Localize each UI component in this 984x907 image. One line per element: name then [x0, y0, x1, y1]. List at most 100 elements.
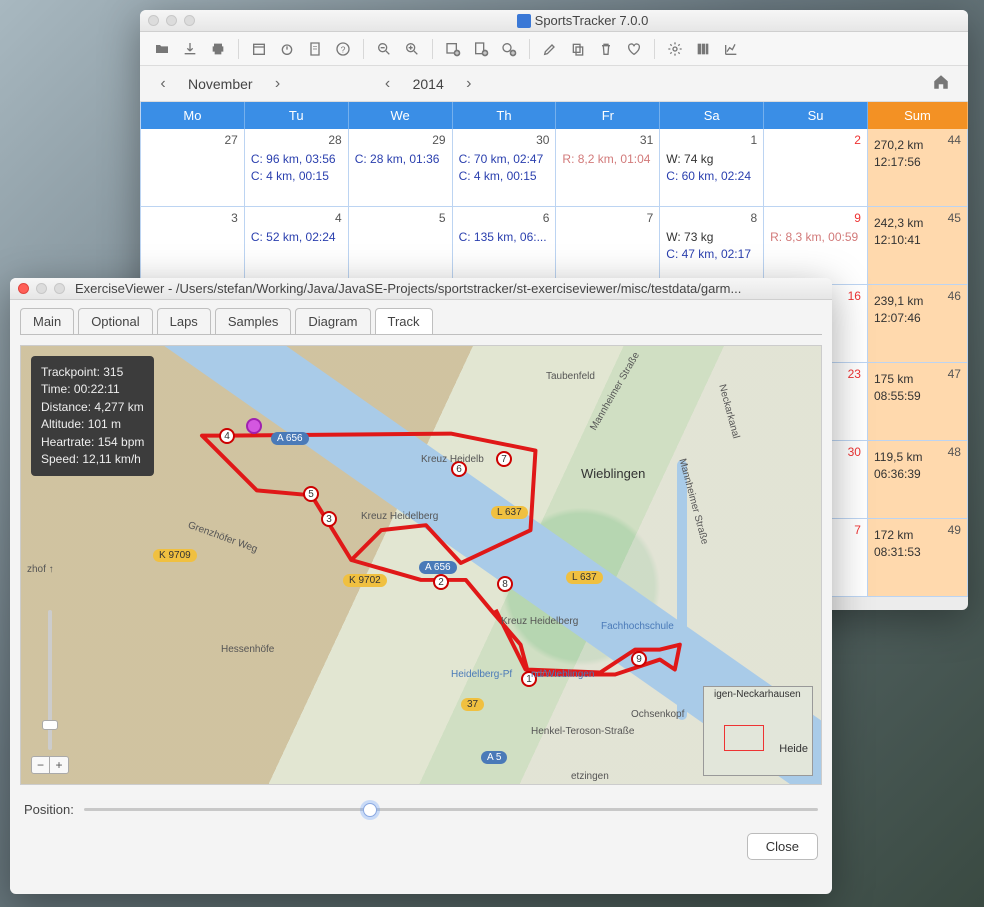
- columns-icon[interactable]: [691, 37, 715, 61]
- cal-cell[interactable]: 1 W: 74 kgC: 60 km, 02:24: [660, 129, 764, 207]
- save-icon[interactable]: [178, 37, 202, 61]
- prev-month-button[interactable]: ‹: [148, 75, 178, 93]
- cal-entry[interactable]: C: 96 km, 03:56: [251, 151, 342, 168]
- track-marker-current[interactable]: [246, 418, 262, 434]
- month-label: November: [178, 76, 263, 92]
- cal-entry[interactable]: R: 8,3 km, 00:59: [770, 229, 861, 246]
- tab-optional[interactable]: Optional: [78, 308, 152, 334]
- zoom-slider[interactable]: − +: [31, 610, 69, 774]
- cal-entry[interactable]: C: 47 km, 02:17: [666, 246, 757, 263]
- cal-cell[interactable]: 2: [764, 129, 868, 207]
- cal-entry[interactable]: C: 4 km, 00:15: [459, 168, 550, 185]
- home-icon[interactable]: [932, 73, 950, 94]
- cal-cell[interactable]: 3: [141, 207, 245, 285]
- minimize-icon[interactable]: [166, 15, 177, 26]
- heart-icon[interactable]: [622, 37, 646, 61]
- cal-cell[interactable]: 27: [141, 129, 245, 207]
- cal-header: Sa: [660, 102, 764, 129]
- maximize-icon[interactable]: [184, 15, 195, 26]
- minimap[interactable]: igen-Neckarhausen Heide: [703, 686, 813, 776]
- close-icon[interactable]: [148, 15, 159, 26]
- track-marker-8[interactable]: 8: [497, 576, 513, 592]
- cal-cell[interactable]: 4 C: 52 km, 02:24: [245, 207, 349, 285]
- day-number: 6: [543, 211, 550, 225]
- settings-icon[interactable]: [663, 37, 687, 61]
- help-icon[interactable]: ?: [331, 37, 355, 61]
- zoom-out-button[interactable]: −: [32, 757, 50, 773]
- zoom-in-button[interactable]: +: [50, 757, 68, 773]
- week-number: 47: [948, 367, 961, 381]
- place-kreuz-hdb: Kreuz Heidelb: [421, 454, 484, 465]
- tab-main[interactable]: Main: [20, 308, 74, 334]
- week-number: 48: [948, 445, 961, 459]
- cal-cell[interactable]: 7: [556, 207, 660, 285]
- close-icon[interactable]: [18, 283, 29, 294]
- cal-entry[interactable]: W: 74 kg: [666, 151, 757, 168]
- cal-entry[interactable]: W: 73 kg: [666, 229, 757, 246]
- add-note-icon[interactable]: [469, 37, 493, 61]
- edit-icon[interactable]: [538, 37, 562, 61]
- track-marker-9[interactable]: 9: [631, 651, 647, 667]
- prev-year-button[interactable]: ‹: [373, 75, 403, 93]
- cal-cell[interactable]: 6 C: 135 km, 06:...: [453, 207, 557, 285]
- day-number: 9: [854, 211, 861, 225]
- cal-entry[interactable]: R: 8,2 km, 01:04: [562, 151, 653, 168]
- track-marker-4[interactable]: 4: [219, 428, 235, 444]
- minimize-icon[interactable]: [36, 283, 47, 294]
- add-cal-icon[interactable]: [441, 37, 465, 61]
- tab-samples[interactable]: Samples: [215, 308, 292, 334]
- track-marker-7[interactable]: 7: [496, 451, 512, 467]
- cal-entry[interactable]: C: 70 km, 02:47: [459, 151, 550, 168]
- cal-cell[interactable]: 5: [349, 207, 453, 285]
- track-map[interactable]: 4 5 3 2 6 7 8 1 9 Trackpoint: 315 Time: …: [20, 345, 822, 785]
- delete-icon[interactable]: [594, 37, 618, 61]
- viewer-title: ExerciseViewer - /Users/stefan/Working/J…: [75, 281, 824, 296]
- minimap-viewport[interactable]: [724, 725, 764, 751]
- cal-cell[interactable]: 28C: 96 km, 03:56C: 4 km, 00:15: [245, 129, 349, 207]
- track-marker-2[interactable]: 2: [433, 574, 449, 590]
- cal-cell[interactable]: 31 R: 8,2 km, 01:04: [556, 129, 660, 207]
- svg-text:?: ?: [341, 44, 346, 54]
- tab-diagram[interactable]: Diagram: [295, 308, 370, 334]
- add-weight-icon[interactable]: [497, 37, 521, 61]
- print-icon[interactable]: [206, 37, 230, 61]
- position-thumb[interactable]: [363, 803, 377, 817]
- cal-cell[interactable]: 30C: 70 km, 02:47C: 4 km, 00:15: [453, 129, 557, 207]
- cal-cell[interactable]: 9 R: 8,3 km, 00:59: [764, 207, 868, 285]
- day-number: 7: [647, 211, 654, 225]
- tp-alt: Altitude: 101 m: [41, 416, 144, 433]
- zoom-in-icon[interactable]: [400, 37, 424, 61]
- track-marker-5[interactable]: 5: [303, 486, 319, 502]
- zoom-out-icon[interactable]: [372, 37, 396, 61]
- position-slider[interactable]: [84, 801, 818, 817]
- stopwatch-icon[interactable]: [275, 37, 299, 61]
- maximize-icon[interactable]: [54, 283, 65, 294]
- cal-entry[interactable]: C: 28 km, 01:36: [355, 151, 446, 168]
- viewer-window: ExerciseViewer - /Users/stefan/Working/J…: [10, 278, 832, 894]
- chart-icon[interactable]: [719, 37, 743, 61]
- cal-entry[interactable]: C: 60 km, 02:24: [666, 168, 757, 185]
- cal-entry[interactable]: C: 135 km, 06:...: [459, 229, 550, 246]
- day-number: 3: [231, 211, 238, 225]
- note-icon[interactable]: [303, 37, 327, 61]
- copy-icon[interactable]: [566, 37, 590, 61]
- open-icon[interactable]: [150, 37, 174, 61]
- cal-cell[interactable]: 29C: 28 km, 01:36: [349, 129, 453, 207]
- place-henkel: Henkel-Teroson-Straße: [531, 726, 634, 737]
- tab-track[interactable]: Track: [375, 308, 433, 334]
- day-number: 1: [750, 133, 757, 147]
- cal-header: Su: [764, 102, 868, 129]
- track-marker-3[interactable]: 3: [321, 511, 337, 527]
- day-number: 4: [335, 211, 342, 225]
- day-number: 31: [640, 133, 653, 147]
- cal-entry[interactable]: C: 52 km, 02:24: [251, 229, 342, 246]
- cal-entry[interactable]: C: 4 km, 00:15: [251, 168, 342, 185]
- close-button[interactable]: Close: [747, 833, 818, 860]
- next-year-button[interactable]: ›: [454, 75, 484, 93]
- cal-cell[interactable]: 8W: 73 kgC: 47 km, 02:17: [660, 207, 764, 285]
- tab-laps[interactable]: Laps: [157, 308, 211, 334]
- shield-k9702: K 9702: [343, 574, 387, 587]
- zoom-thumb[interactable]: [42, 720, 58, 730]
- next-month-button[interactable]: ›: [263, 75, 293, 93]
- calendar-icon[interactable]: [247, 37, 271, 61]
